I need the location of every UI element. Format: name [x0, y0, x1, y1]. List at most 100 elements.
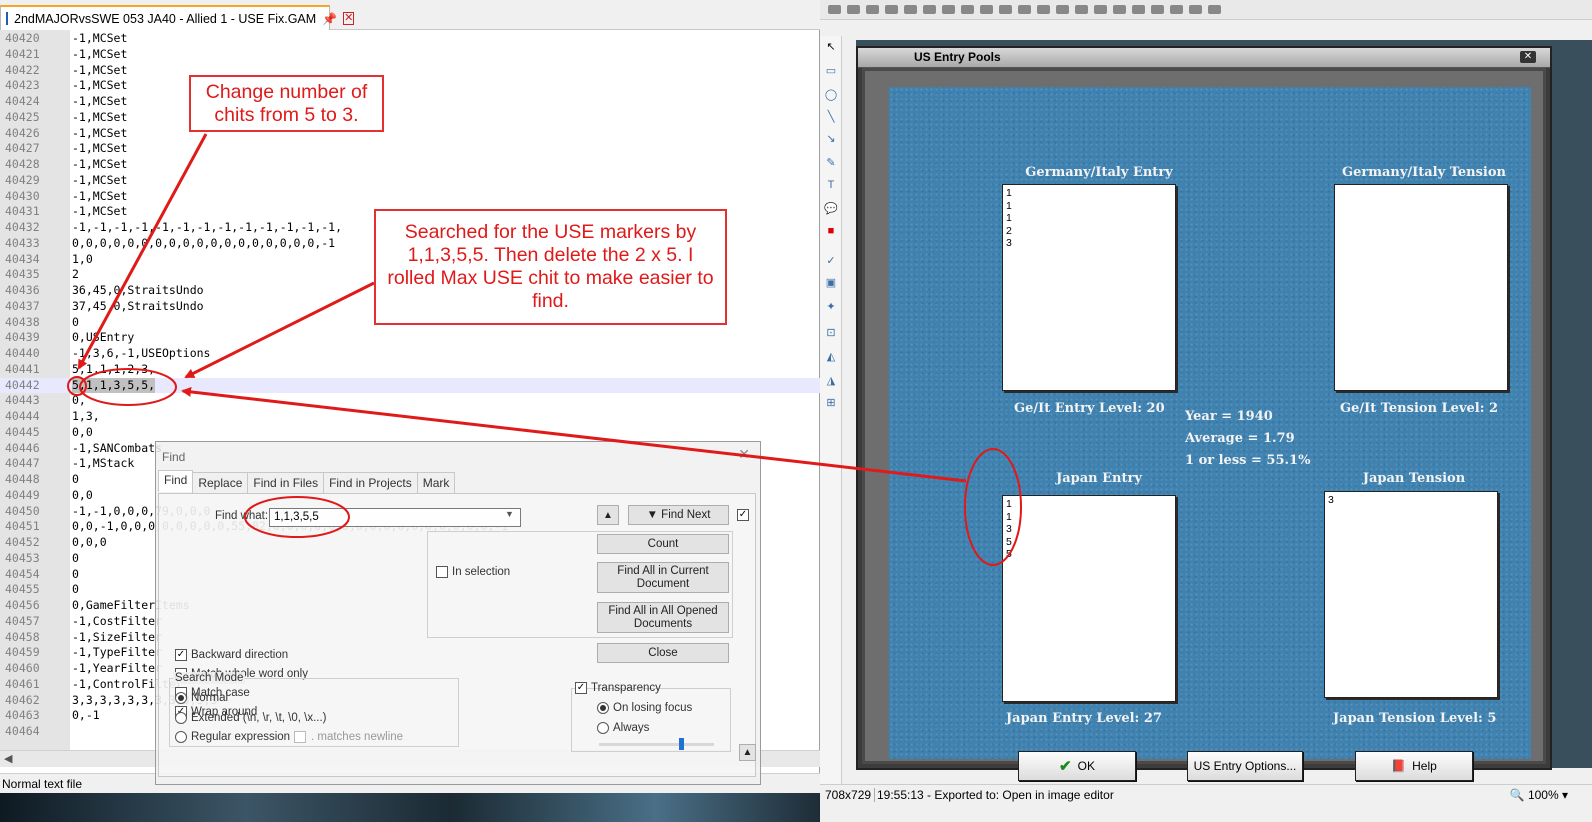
- toolbar-icon[interactable]: [828, 5, 841, 14]
- code-line[interactable]: 40430 -1,MCSet: [0, 189, 820, 205]
- find-what-input[interactable]: 1,1,3,5,5: [269, 508, 521, 527]
- code-line[interactable]: 40422 -1,MCSet: [0, 63, 820, 79]
- zoom-level[interactable]: 🔍 100% ▾: [1510, 788, 1568, 802]
- dialog-stay-checkbox[interactable]: ✓: [737, 509, 749, 521]
- close-button[interactable]: Close: [597, 643, 729, 663]
- transparency-radio[interactable]: [597, 722, 609, 734]
- toolbar-icon[interactable]: [1018, 5, 1031, 14]
- resize-icon[interactable]: ⊞: [824, 396, 838, 410]
- pin-icon[interactable]: 📌: [322, 12, 337, 26]
- ok-button[interactable]: ✔ OK: [1018, 751, 1136, 781]
- backward-direction-checkbox[interactable]: ✓: [175, 649, 187, 661]
- transparency-checkbox[interactable]: ✓: [575, 682, 587, 694]
- code-line[interactable]: 40421 -1,MCSet: [0, 47, 820, 63]
- scroll-left-icon[interactable]: ◀: [4, 752, 12, 765]
- toolbar-icon[interactable]: [847, 5, 860, 14]
- code-line[interactable]: 40424 -1,MCSet: [0, 94, 820, 110]
- text-icon[interactable]: T: [824, 178, 838, 192]
- transparency-radio[interactable]: [597, 702, 609, 714]
- toolbar-icon[interactable]: [1075, 5, 1088, 14]
- toolbar-icon[interactable]: [961, 5, 974, 14]
- code-line[interactable]: 40420 -1,MCSet: [0, 31, 820, 47]
- matches-newline-checkbox[interactable]: [294, 731, 306, 743]
- chit-value[interactable]: 5: [1006, 548, 1172, 561]
- chit-value[interactable]: 1: [1006, 498, 1172, 511]
- find-next-button[interactable]: ▼ Find Next: [628, 505, 729, 525]
- code-line[interactable]: 40428 -1,MCSet: [0, 157, 820, 173]
- speech-bubble-icon[interactable]: 💬: [824, 202, 838, 216]
- toolbar-icon[interactable]: [980, 5, 993, 14]
- chit-value[interactable]: 1: [1006, 200, 1172, 213]
- close-tab-icon[interactable]: ✕: [343, 12, 355, 25]
- chit-value[interactable]: 3: [1328, 494, 1494, 507]
- chit-value[interactable]: 2: [1006, 225, 1172, 238]
- file-tab[interactable]: 2ndMAJORvsSWE 053 JA40 - Allied 1 - USE …: [0, 5, 355, 30]
- image-icon[interactable]: ▣: [824, 276, 838, 290]
- code-line[interactable]: 40423 -1,MCSet: [0, 78, 820, 94]
- chit-value[interactable]: 5: [1006, 536, 1172, 549]
- help-button[interactable]: 📕 Help: [1355, 751, 1473, 781]
- toolbar-icon[interactable]: [1132, 5, 1145, 14]
- toolbar-icon[interactable]: [1037, 5, 1050, 14]
- code-line[interactable]: 40444 1,3,: [0, 409, 820, 425]
- code-line[interactable]: 40443 0,: [0, 393, 820, 409]
- rotate-icon[interactable]: ◮: [824, 374, 838, 388]
- code-line[interactable]: 40441 5,1,1,1,2,3,: [0, 362, 820, 378]
- close-window-icon[interactable]: ✕: [1520, 51, 1536, 63]
- tab-mark[interactable]: Mark: [416, 472, 456, 493]
- spellcheck-icon[interactable]: ✓: [824, 254, 838, 268]
- toolbar-icon[interactable]: [1189, 5, 1202, 14]
- toolbar-icon[interactable]: [999, 5, 1012, 14]
- chit-value[interactable]: 1: [1006, 511, 1172, 524]
- toolbar-icon[interactable]: [1056, 5, 1069, 14]
- pointer-icon[interactable]: ↖: [824, 40, 838, 54]
- toolbar-icon[interactable]: [942, 5, 955, 14]
- toolbar-icon[interactable]: [1208, 5, 1221, 14]
- toolbar-icon[interactable]: [923, 5, 936, 14]
- transparency-slider[interactable]: [599, 738, 714, 750]
- flip-icon[interactable]: ◭: [824, 350, 838, 364]
- chit-value[interactable]: 3: [1006, 237, 1172, 250]
- chit-value[interactable]: 3: [1006, 523, 1172, 536]
- code-line[interactable]: 40442 5,1,1,3,5,5,: [0, 377, 820, 394]
- toolbar-icon[interactable]: [866, 5, 879, 14]
- toolbar-icon[interactable]: [1170, 5, 1183, 14]
- rectangle-icon[interactable]: ▭: [824, 64, 838, 78]
- in-selection-checkbox[interactable]: [436, 566, 448, 578]
- code-line[interactable]: 40427 -1,MCSet: [0, 141, 820, 157]
- chit-value[interactable]: 1: [1006, 212, 1172, 225]
- search-up-button[interactable]: ▲: [597, 505, 619, 525]
- code-line[interactable]: 40425 -1,MCSet: [0, 110, 820, 126]
- close-dialog-icon[interactable]: ✕: [738, 446, 750, 463]
- fill-icon[interactable]: ✦: [824, 300, 838, 314]
- tab-find[interactable]: Find: [158, 470, 194, 492]
- search-mode-radio[interactable]: [175, 712, 187, 724]
- arrow-icon[interactable]: ↘: [824, 132, 838, 146]
- find-all-opened-button[interactable]: Find All in All Opened Documents: [597, 602, 729, 633]
- code-line[interactable]: 40445 0,0: [0, 425, 820, 441]
- code-line[interactable]: 40429 -1,MCSet: [0, 173, 820, 189]
- line-icon[interactable]: ╲: [824, 110, 838, 124]
- chevron-down-icon[interactable]: ▼: [505, 509, 514, 519]
- stamp-icon[interactable]: ■: [824, 224, 838, 238]
- search-mode-radio[interactable]: [175, 731, 187, 743]
- search-mode-radio[interactable]: [175, 692, 187, 704]
- toolbar-icon[interactable]: [1094, 5, 1107, 14]
- toolbar-icon[interactable]: [1151, 5, 1164, 14]
- slider-knob[interactable]: [679, 738, 684, 750]
- code-line[interactable]: 40426 -1,MCSet: [0, 126, 820, 142]
- ellipse-icon[interactable]: ◯: [824, 88, 838, 102]
- collapse-icon[interactable]: ▲: [739, 744, 756, 761]
- toolbar-icon[interactable]: [904, 5, 917, 14]
- code-line[interactable]: 40440 -1,3,6,-1,USEOptions: [0, 346, 820, 362]
- us-entry-options-button[interactable]: US Entry Options...: [1187, 751, 1303, 781]
- find-all-current-button[interactable]: Find All in Current Document: [597, 562, 729, 593]
- highlighter-icon[interactable]: ✎: [824, 156, 838, 170]
- tab-replace[interactable]: Replace: [192, 472, 249, 493]
- toolbar-icon[interactable]: [885, 5, 898, 14]
- chit-value[interactable]: 1: [1006, 187, 1172, 200]
- toolbar-icon[interactable]: [1113, 5, 1126, 14]
- tab-find-in-projects[interactable]: Find in Projects: [323, 472, 418, 493]
- crop-icon[interactable]: ⊡: [824, 326, 838, 340]
- count-button[interactable]: Count: [597, 534, 729, 554]
